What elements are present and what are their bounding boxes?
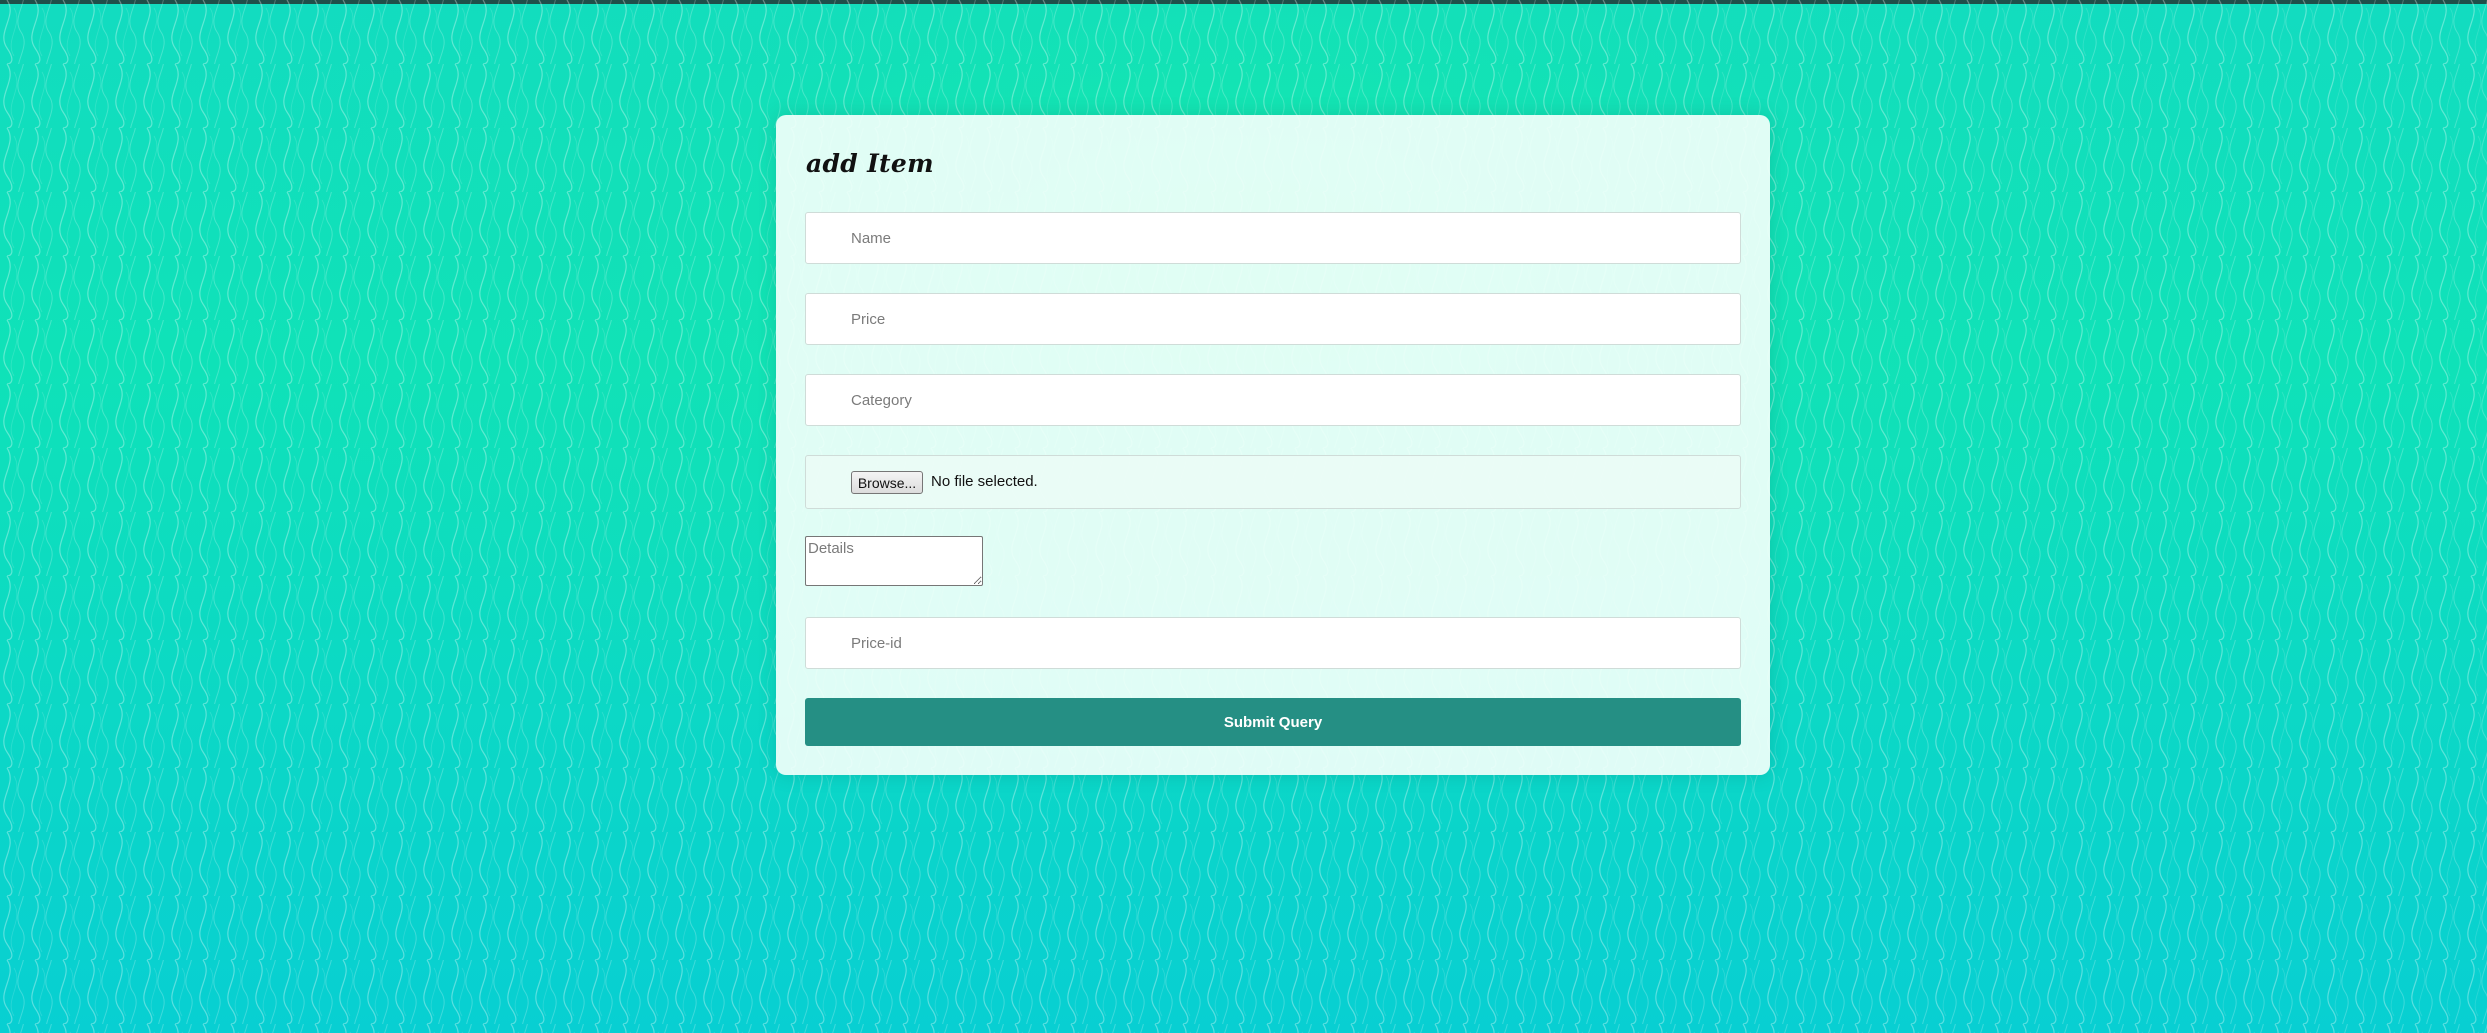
- price-id-input[interactable]: [805, 617, 1741, 669]
- name-input[interactable]: [805, 212, 1741, 264]
- browse-file-button[interactable]: Browse...: [851, 471, 923, 494]
- details-textarea[interactable]: [805, 536, 983, 586]
- file-status-label: No file selected.: [931, 473, 1038, 490]
- file-upload-field: Browse... No file selected.: [805, 455, 1741, 509]
- add-item-card: add Item Browse... No file selected. Sub…: [776, 115, 1770, 775]
- price-input[interactable]: [805, 293, 1741, 345]
- category-input[interactable]: [805, 374, 1741, 426]
- submit-button[interactable]: Submit Query: [805, 698, 1741, 746]
- form-title: add Item: [806, 149, 934, 178]
